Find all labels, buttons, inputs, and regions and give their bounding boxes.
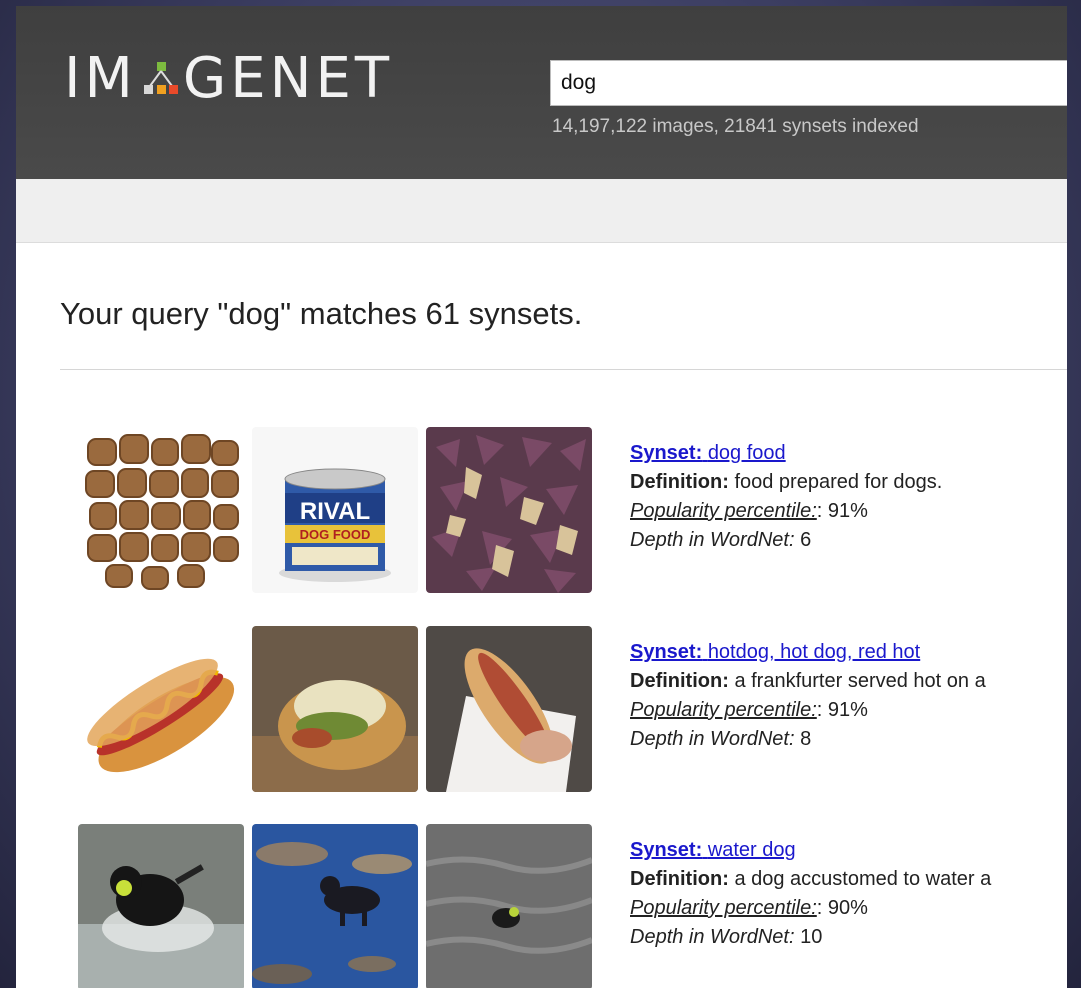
thumbnail-hotdog-mustard[interactable] (78, 626, 244, 792)
depth-value: 6 (800, 529, 812, 551)
synset-label: Synset: (630, 839, 703, 861)
can-brand-label: RIVAL (300, 498, 370, 525)
synset-info: Synset: hotdog, hot dog, red hot Definit… (630, 638, 1067, 754)
popularity-link[interactable]: Popularity percentile: (630, 699, 817, 721)
hotdog-in-hand-image (426, 626, 592, 792)
rival-dog-food-can-image: RIVAL DOG FOOD (252, 427, 418, 593)
thumbnail-dog-swimming[interactable] (426, 824, 592, 988)
divider (60, 369, 1067, 370)
black-dog-splashing-image (78, 824, 244, 988)
imagenet-logo[interactable]: IM GENET (64, 45, 394, 111)
logo-text-right: GENET (182, 45, 394, 111)
thumbnail-purple-kibble[interactable] (426, 427, 592, 593)
synset-name: dog food (707, 442, 786, 464)
popularity-value: : 90% (816, 897, 868, 919)
definition-label: Definition: (630, 670, 729, 692)
popularity-link[interactable]: Popularity percentile: (630, 500, 817, 522)
dog-swimming-image (426, 824, 592, 988)
synset-label: Synset: (630, 641, 703, 663)
definition-text: food prepared for dogs. (734, 471, 943, 493)
hotdog-relish-image (252, 626, 418, 792)
query-summary: Your query "dog" matches 61 synsets. (60, 296, 583, 331)
synset-result: Synset: hotdog, hot dog, red hot Definit… (78, 626, 1067, 792)
hotdog-mustard-image (78, 626, 244, 792)
synset-label: Synset: (630, 442, 703, 464)
popularity-link[interactable]: Popularity percentile: (630, 897, 817, 919)
depth-value: 8 (800, 728, 812, 750)
definition-label: Definition: (630, 471, 729, 493)
synset-result: Synset: water dog Definition: a dog accu… (78, 824, 1067, 988)
search-input[interactable]: dog (550, 60, 1067, 106)
popularity-value: : 91% (816, 500, 868, 522)
thumbnail-kibble[interactable] (78, 427, 244, 593)
depth-label: Depth in WordNet: (630, 926, 795, 948)
definition-text: a frankfurter served hot on a (734, 670, 986, 692)
popularity-value: : 91% (816, 699, 868, 721)
synset-info: Synset: water dog Definition: a dog accu… (630, 836, 1067, 952)
page: IM GENET dog 14,197,122 images, 21841 sy… (16, 6, 1067, 988)
depth-value: 10 (800, 926, 823, 948)
tree-logo-icon (143, 62, 178, 94)
synset-name: water dog (707, 839, 796, 861)
thumbnail-hotdog-relish[interactable] (252, 626, 418, 792)
sub-navigation-bar (16, 179, 1067, 243)
dog-in-river-image (252, 824, 418, 988)
synset-info: Synset: dog food Definition: food prepar… (630, 439, 1067, 555)
purple-kibble-image (426, 427, 592, 593)
definition-text: a dog accustomed to water a (734, 868, 992, 890)
thumbnail-hotdog-in-hand[interactable] (426, 626, 592, 792)
logo-text-left: IM (64, 45, 137, 111)
thumbnail-black-dog-splashing[interactable] (78, 824, 244, 988)
synset-link[interactable]: Synset: water dog (630, 839, 796, 861)
thumbnail-can[interactable]: RIVAL DOG FOOD (252, 427, 418, 593)
header: IM GENET dog 14,197,122 images, 21841 sy… (16, 6, 1067, 179)
synset-link[interactable]: Synset: hotdog, hot dog, red hot (630, 641, 920, 663)
index-stats: 14,197,122 images, 21841 synsets indexed (552, 116, 919, 137)
depth-label: Depth in WordNet: (630, 728, 795, 750)
kibble-image (78, 427, 244, 593)
thumbnail-dog-in-river[interactable] (252, 824, 418, 988)
synset-result: RIVAL DOG FOOD Synset: dog food Definiti… (78, 427, 1067, 593)
can-product-label: DOG FOOD (300, 527, 371, 542)
synset-name: hotdog, hot dog, red hot (707, 641, 921, 663)
definition-label: Definition: (630, 868, 729, 890)
depth-label: Depth in WordNet: (630, 529, 795, 551)
synset-link[interactable]: Synset: dog food (630, 442, 786, 464)
